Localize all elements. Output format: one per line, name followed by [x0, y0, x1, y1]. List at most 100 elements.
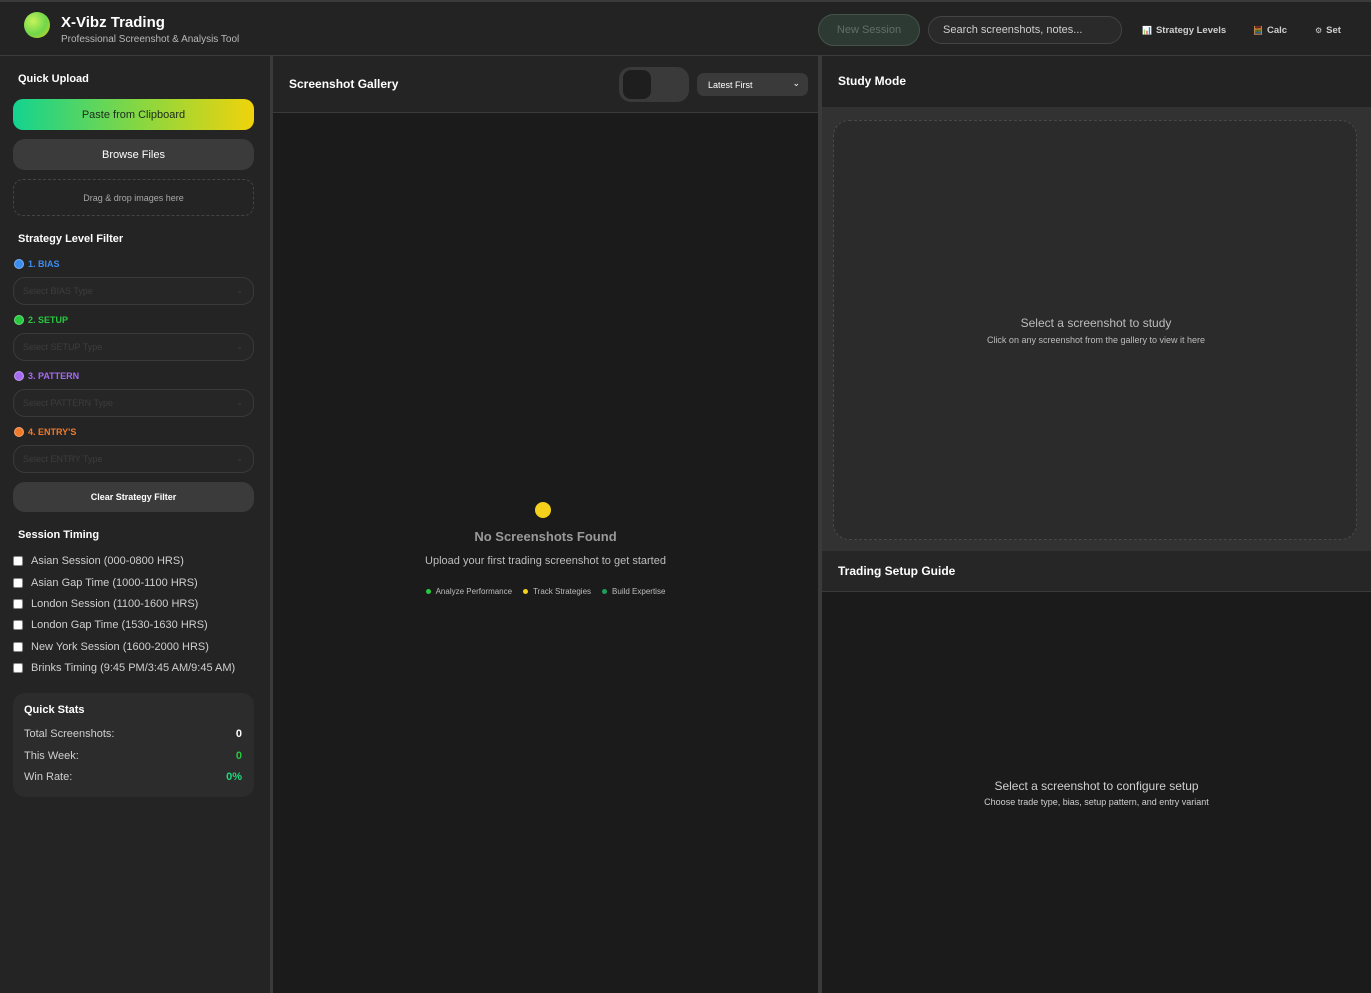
session-checkbox[interactable]: [13, 642, 23, 652]
level-pattern-label: 3. PATTERN: [14, 371, 79, 381]
settings-button[interactable]: ⚙ Set: [1315, 20, 1341, 40]
session-label: New York Session (1600-2000 HRS): [31, 641, 209, 653]
calculator-icon: 🧮: [1253, 25, 1263, 35]
app-root: X-Vibz Trading Professional Screenshot &…: [0, 0, 1371, 993]
stat-total-label: Total Screenshots:: [24, 728, 115, 740]
session-checkbox[interactable]: [13, 578, 23, 588]
bullet-icon: [425, 589, 431, 594]
stat-week-label: This Week:: [24, 750, 79, 762]
setup-dot-icon: [14, 315, 24, 325]
guide-panel: Select a screenshot to configure setup C…: [822, 592, 1371, 993]
chevron-down-icon: ⌄: [236, 342, 243, 351]
entry-dot-icon: [14, 427, 24, 437]
pattern-dot-icon: [14, 371, 24, 381]
sort-select[interactable]: Latest First ⌄: [697, 73, 808, 96]
session-row-london[interactable]: London Session (1100-1600 HRS): [13, 598, 198, 610]
calc-button[interactable]: 🧮 Calc: [1253, 20, 1287, 40]
paste-clipboard-button[interactable]: Paste from Clipboard: [13, 99, 254, 130]
study-mode-title: Study Mode: [838, 74, 906, 88]
gear-icon: ⚙: [1315, 25, 1323, 35]
level-bias-text: 1. BIAS: [28, 259, 60, 269]
feature-item: Analyze Performance: [425, 587, 513, 596]
guide-title: Trading Setup Guide: [838, 564, 956, 578]
session-label: London Session (1100-1600 HRS): [31, 598, 199, 610]
stat-week-value: 0: [235, 750, 242, 762]
strategy-levels-label: Strategy Levels: [1155, 24, 1227, 36]
strategy-levels-button[interactable]: 📊 Strategy Levels: [1142, 20, 1226, 40]
top-header: X-Vibz Trading Professional Screenshot &…: [0, 0, 1371, 56]
bullet-icon: [523, 589, 529, 594]
level-entry-label: 4. ENTRY'S: [14, 427, 76, 437]
session-checkbox[interactable]: [13, 663, 23, 673]
guide-header: Trading Setup Guide: [822, 551, 1371, 592]
calc-label: Calc: [1266, 24, 1288, 36]
study-viewer[interactable]: Select a screenshot to study Click on an…: [833, 120, 1357, 540]
bullet-icon: [602, 589, 608, 594]
bar-chart-icon: 📊: [1142, 25, 1152, 35]
quick-stats-card: Quick Stats Total Screenshots: 0 This We…: [13, 693, 254, 797]
strategy-filter-title: Strategy Level Filter: [18, 233, 124, 245]
session-row-brinks[interactable]: Brinks Timing (9:45 PM/3:45 AM/9:45 AM): [13, 662, 235, 674]
session-row-new-york[interactable]: New York Session (1600-2000 HRS): [13, 641, 209, 653]
session-label: Asian Session (000-0800 HRS): [31, 555, 184, 567]
app-title: X-Vibz Trading: [61, 14, 165, 31]
settings-label: Set: [1326, 24, 1341, 36]
session-checkbox[interactable]: [13, 620, 23, 630]
app-subtitle: Professional Screenshot & Analysis Tool: [61, 34, 240, 45]
clear-strategy-filter-button[interactable]: Clear Strategy Filter: [13, 482, 254, 512]
bias-select[interactable]: Select BIAS Type ⌄: [13, 277, 254, 305]
session-timing-title: Session Timing: [18, 529, 100, 541]
session-row-asian[interactable]: Asian Session (000-0800 HRS): [13, 555, 184, 567]
drop-zone[interactable]: Drag & drop images here: [13, 179, 254, 216]
stat-winrate-label: Win Rate:: [24, 771, 73, 783]
toggle-knob: [623, 70, 651, 99]
logo-icon: [24, 12, 50, 38]
session-label: Brinks Timing (9:45 PM/3:45 AM/9:45 AM): [31, 662, 236, 674]
session-checkbox[interactable]: [13, 556, 23, 566]
pattern-select[interactable]: Select PATTERN Type ⌄: [13, 389, 254, 417]
gallery-area: No Screenshots Found Upload your first t…: [273, 113, 818, 993]
setup-select[interactable]: Select SETUP Type ⌄: [13, 333, 254, 361]
feature-item: Build Expertise: [602, 587, 665, 596]
stat-winrate-value: 0%: [226, 771, 242, 783]
view-toggle[interactable]: [619, 67, 689, 102]
session-checkbox[interactable]: [13, 599, 23, 609]
new-session-button[interactable]: New Session: [818, 14, 920, 46]
sort-select-value: Latest First: [708, 79, 753, 90]
guide-placeholder-subtitle: Choose trade type, bias, setup pattern, …: [984, 797, 1209, 807]
study-panel: Select a screenshot to study Click on an…: [822, 107, 1371, 551]
feature-item: Track Strategies: [523, 587, 591, 596]
bias-dot-icon: [14, 259, 24, 269]
level-bias-label: 1. BIAS: [14, 259, 60, 269]
feature-label: Build Expertise: [612, 587, 666, 596]
session-label: London Gap Time (1530-1630 HRS): [31, 619, 208, 631]
gallery-header: Screenshot Gallery Latest First ⌄: [273, 56, 818, 113]
level-setup-text: 2. SETUP: [28, 315, 69, 325]
study-placeholder-subtitle: Click on any screenshot from the gallery…: [986, 335, 1206, 345]
entry-select[interactable]: Select ENTRY Type ⌄: [13, 445, 254, 473]
setup-select-placeholder: Select SETUP Type: [23, 342, 103, 352]
session-row-london-gap[interactable]: London Gap Time (1530-1630 HRS): [13, 619, 208, 631]
chevron-down-icon: ⌄: [792, 78, 800, 88]
stat-total-value: 0: [235, 728, 242, 740]
feature-label: Track Strategies: [533, 587, 592, 596]
empty-state-subtitle: Upload your first trading screenshot to …: [425, 555, 666, 567]
entry-select-placeholder: Select ENTRY Type: [23, 454, 103, 464]
quick-upload-title: Quick Upload: [18, 73, 89, 85]
level-entry-text: 4. ENTRY'S: [28, 427, 77, 437]
level-setup-label: 2. SETUP: [14, 315, 68, 325]
search-input[interactable]: Search screenshots, notes...: [928, 16, 1122, 44]
session-row-asian-gap[interactable]: Asian Gap Time (1000-1100 HRS): [13, 577, 198, 589]
chevron-down-icon: ⌄: [236, 398, 243, 407]
study-header: Study Mode: [822, 56, 1371, 107]
study-placeholder-title: Select a screenshot to study: [1020, 316, 1172, 330]
quick-stats-title: Quick Stats: [24, 704, 85, 716]
feature-label: Analyze Performance: [435, 587, 513, 596]
gallery-title: Screenshot Gallery: [289, 77, 399, 91]
bias-select-placeholder: Select BIAS Type: [23, 286, 93, 296]
browse-files-button[interactable]: Browse Files: [13, 139, 254, 170]
empty-state-title: No Screenshots Found: [474, 529, 617, 544]
chevron-down-icon: ⌄: [236, 454, 243, 463]
pattern-select-placeholder: Select PATTERN Type: [23, 398, 114, 408]
level-pattern-text: 3. PATTERN: [28, 371, 80, 381]
